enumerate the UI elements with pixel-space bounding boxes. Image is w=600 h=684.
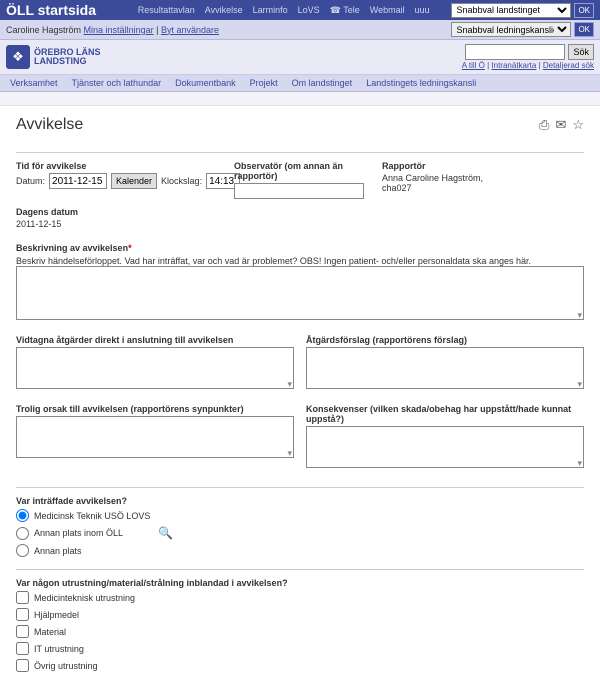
value-rapportor: Anna Caroline Hagström, cha027 bbox=[382, 173, 512, 193]
nav-webmail[interactable]: Webmail bbox=[370, 5, 405, 16]
ok-button-user[interactable]: OK bbox=[574, 22, 594, 37]
user-name: Caroline Hagström bbox=[6, 25, 81, 35]
link-byt-anvandare[interactable]: Byt användare bbox=[161, 25, 219, 35]
label-klockslag: Klockslag: bbox=[161, 176, 202, 186]
label-atgardsforslag: Åtgärdsförslag (rapportörens förslag) bbox=[306, 335, 584, 345]
label-konsekvenser: Konsekvenser (vilken skada/obehag har up… bbox=[306, 404, 584, 424]
page-title: Avvikelse bbox=[16, 116, 83, 134]
nav-resultattavlan[interactable]: Resultattavlan bbox=[138, 5, 195, 16]
nav-om-landstinget[interactable]: Om landstinget bbox=[292, 78, 353, 88]
check-label-4: Övrig utrustning bbox=[34, 661, 98, 671]
site-logo[interactable]: ❖ ÖREBRO LÄNS LANDSTING bbox=[6, 45, 101, 69]
star-icon[interactable]: ☆ bbox=[572, 117, 584, 133]
phone-icon: ☎ bbox=[330, 5, 341, 15]
search-links: A till Ö | Intranätkarta | Detaljerad sö… bbox=[462, 61, 594, 70]
value-dagens-datum: 2011-12-15 bbox=[16, 219, 86, 229]
label-var-intraffade: Var inträffade avvikelsen? bbox=[16, 496, 127, 506]
nav-verksamhet[interactable]: Verksamhet bbox=[10, 78, 58, 88]
link-detaljerad-sok[interactable]: Detaljerad sök bbox=[543, 61, 594, 70]
link-mina-installningar[interactable]: Mina inställningar bbox=[84, 25, 154, 35]
nav-dokumentbank[interactable]: Dokumentbank bbox=[175, 78, 236, 88]
check-label-1: Hjälpmedel bbox=[34, 610, 79, 620]
mail-icon[interactable]: ✉ bbox=[555, 117, 566, 133]
search-button[interactable]: Sök bbox=[568, 44, 594, 60]
nav-tjanster[interactable]: Tjänster och lathundar bbox=[72, 78, 162, 88]
nav-ledningskansli[interactable]: Landstingets ledningskansli bbox=[366, 78, 476, 88]
label-datum: Datum: bbox=[16, 176, 45, 186]
kalender-button[interactable]: Kalender bbox=[111, 173, 157, 189]
textarea-beskrivning[interactable] bbox=[16, 266, 584, 320]
label-rapportor: Rapportör bbox=[382, 161, 512, 171]
check-hjalpmedel[interactable] bbox=[16, 608, 29, 621]
radio-annan-plats-oll[interactable] bbox=[16, 527, 29, 540]
label-beskrivning: Beskrivning av avvikelsen* bbox=[16, 243, 132, 253]
check-material[interactable] bbox=[16, 625, 29, 638]
link-a-till-o[interactable]: A till Ö bbox=[462, 61, 485, 70]
label-utrustning: Var någon utrustning/material/strålning … bbox=[16, 578, 288, 588]
textarea-vidtagna[interactable] bbox=[16, 347, 294, 389]
check-it-utrustning[interactable] bbox=[16, 642, 29, 655]
label-dagens-datum: Dagens datum bbox=[16, 207, 86, 217]
label-trolig-orsak: Trolig orsak till avvikelsen (rapportöre… bbox=[16, 404, 294, 414]
radio-label-medicinsk: Medicinsk Teknik USÖ LOVS bbox=[34, 511, 150, 521]
radio-medicinsk-teknik[interactable] bbox=[16, 509, 29, 522]
magnify-icon[interactable]: 🔍 bbox=[158, 526, 173, 540]
input-observator[interactable] bbox=[234, 183, 364, 199]
nav-projekt[interactable]: Projekt bbox=[250, 78, 278, 88]
check-label-3: IT utrustning bbox=[34, 644, 84, 654]
logo-icon: ❖ bbox=[6, 45, 30, 69]
nav-larminfo[interactable]: Larminfo bbox=[253, 5, 288, 16]
input-datum[interactable] bbox=[49, 173, 107, 189]
label-tid: Tid för avvikelse bbox=[16, 161, 226, 171]
check-label-2: Material bbox=[34, 627, 66, 637]
print-icon[interactable]: ⎙ bbox=[539, 117, 549, 133]
search-input[interactable] bbox=[465, 44, 565, 60]
user-info: Caroline Hagström Mina inställningar | B… bbox=[6, 25, 219, 35]
label-vidtagna: Vidtagna åtgärder direkt i anslutning ti… bbox=[16, 335, 294, 345]
nav-avvikelse[interactable]: Avvikelse bbox=[205, 5, 243, 16]
check-label-0: Medicinteknisk utrustning bbox=[34, 593, 135, 603]
nav-uuu[interactable]: uuu bbox=[415, 5, 430, 16]
link-intranatkarta[interactable]: Intranätkarta bbox=[491, 61, 536, 70]
textarea-konsekvenser[interactable] bbox=[306, 426, 584, 468]
radio-label-annan: Annan plats bbox=[34, 546, 82, 556]
quickselect-ledningskansliet[interactable]: Snabbval ledningskansliet bbox=[451, 22, 571, 37]
check-ovrig-utrustning[interactable] bbox=[16, 659, 29, 672]
label-observator: Observatör (om annan än rapportör) bbox=[234, 161, 374, 181]
nav-tele[interactable]: ☎ Tele bbox=[330, 5, 360, 16]
radio-label-annan-oll: Annan plats inom ÖLL bbox=[34, 528, 123, 538]
ok-button-top[interactable]: OK bbox=[574, 3, 594, 18]
desc-beskrivning: Beskriv händelseförloppet. Vad har inträ… bbox=[16, 256, 584, 266]
textarea-atgardsforslag[interactable] bbox=[306, 347, 584, 389]
main-nav: Verksamhet Tjänster och lathundar Dokume… bbox=[0, 75, 600, 92]
logo-text: ÖREBRO LÄNS LANDSTING bbox=[34, 48, 101, 66]
site-title[interactable]: ÖLL startsida bbox=[6, 2, 96, 18]
nav-lovs[interactable]: LoVS bbox=[298, 5, 320, 16]
textarea-trolig-orsak[interactable] bbox=[16, 416, 294, 458]
check-medicinteknisk[interactable] bbox=[16, 591, 29, 604]
quickselect-landstinget[interactable]: Snabbval landstinget bbox=[451, 3, 571, 18]
topbar-links: Resultattavlan Avvikelse Larminfo LoVS ☎… bbox=[116, 5, 451, 16]
